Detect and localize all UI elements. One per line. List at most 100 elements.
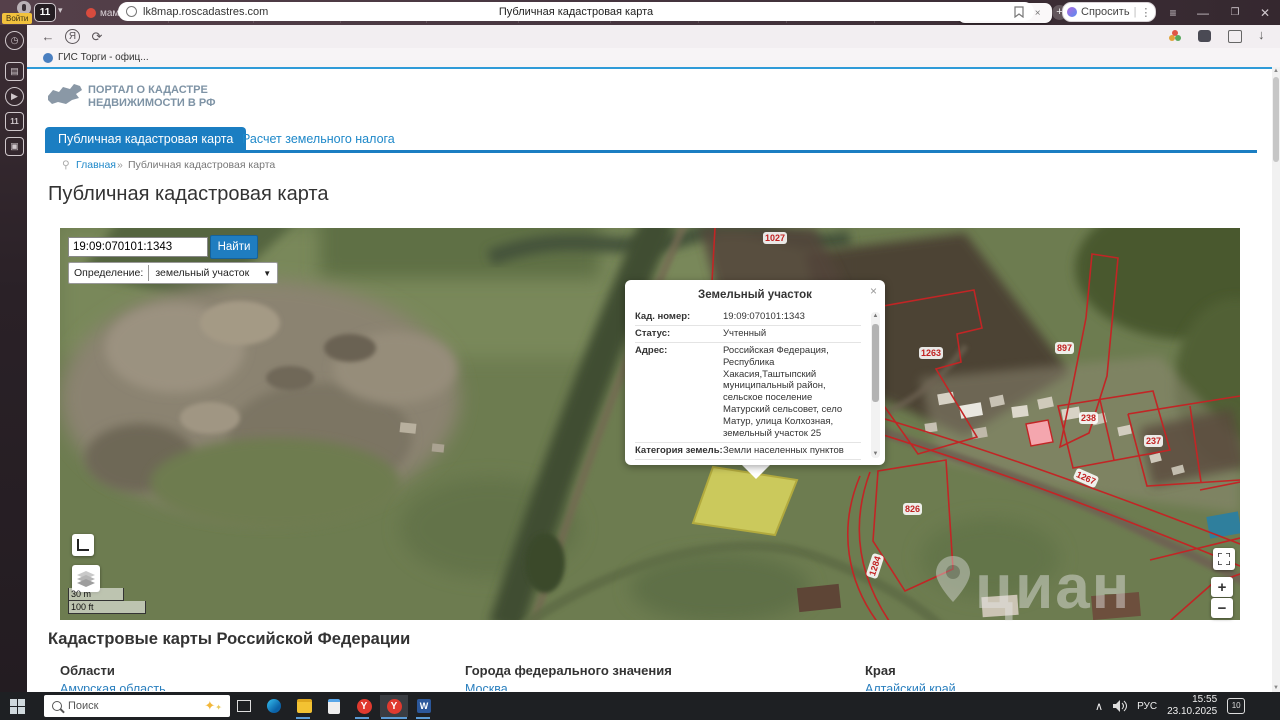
footer-column-oblasti: Области bbox=[60, 663, 115, 678]
footer-link[interactable]: Амурская область bbox=[60, 682, 220, 691]
ms-store-icon[interactable] bbox=[322, 695, 346, 717]
bookmark-item[interactable]: ГИС Торги - офиц... bbox=[58, 52, 149, 63]
close-tab-icon[interactable]: × bbox=[1035, 8, 1041, 19]
popup-row: Категория земель: Земли населенных пункто… bbox=[635, 441, 861, 459]
page-scrollbar[interactable]: ▲ ▼ bbox=[1272, 67, 1280, 692]
scroll-up-icon[interactable]: ▲ bbox=[871, 313, 880, 319]
notifications-icon[interactable]: 10 bbox=[1227, 698, 1246, 714]
parcel-label[interactable]: 897 bbox=[1055, 342, 1075, 354]
footer-heading: Кадастровые карты Российской Федерации bbox=[48, 630, 411, 648]
object-type-filter: Определение: земельный участок ▼ bbox=[68, 262, 279, 284]
popup-rows: Кад. номер: 19:09:070101:1343 Статус: Учте… bbox=[635, 309, 861, 461]
popup-row: Статус: Учтенный bbox=[635, 324, 861, 342]
tabs-chevron-icon[interactable]: ▾ bbox=[58, 5, 63, 16]
find-button[interactable]: Найти bbox=[210, 235, 258, 259]
extension-flower-icon[interactable] bbox=[1168, 29, 1182, 43]
word-icon[interactable]: W bbox=[412, 695, 436, 717]
breadcrumb-pin-icon: ⚲ bbox=[62, 159, 70, 171]
yandex-home-icon[interactable]: Я bbox=[65, 29, 80, 44]
site-logo-text: ПОРТАЛ О КАДАСТРЕ НЕДВИЖИМОСТИ В РФ bbox=[88, 84, 216, 109]
scrollbar-thumb[interactable] bbox=[1273, 77, 1279, 162]
zoom-in-button[interactable]: + bbox=[1211, 577, 1233, 597]
file-explorer-icon[interactable] bbox=[292, 695, 316, 717]
close-window-icon[interactable]: ✕ bbox=[1254, 0, 1276, 25]
scrollbar-down-icon[interactable]: ▼ bbox=[1272, 684, 1280, 692]
history-clock-icon[interactable]: ◷ bbox=[5, 31, 24, 50]
running-indicator bbox=[381, 717, 407, 719]
red-site-icon bbox=[86, 8, 96, 18]
zoom-out-button[interactable]: − bbox=[1211, 598, 1233, 618]
site-logo-russia-map bbox=[48, 84, 82, 104]
yandex-browser-active-icon[interactable]: Y bbox=[380, 695, 408, 717]
volume-icon[interactable] bbox=[1113, 700, 1128, 712]
ask-ai-button[interactable]: Спросить | ⋮ bbox=[1062, 2, 1157, 22]
nav-tab-tax-calc[interactable]: Расчет земельного налога bbox=[232, 127, 405, 150]
refresh-icon[interactable]: ⟳ bbox=[85, 29, 109, 45]
popup-row: Форма собственности:- bbox=[635, 458, 861, 461]
running-indicator bbox=[296, 717, 310, 719]
breadcrumb-home[interactable]: Главная bbox=[76, 159, 116, 171]
extensions-icon[interactable] bbox=[1228, 30, 1242, 43]
login-badge[interactable]: Войти bbox=[2, 13, 33, 24]
bookmarks-bar: ГИС Торги - офиц... bbox=[27, 48, 1280, 67]
nav-underline bbox=[45, 150, 1257, 153]
edge-icon[interactable] bbox=[262, 695, 286, 717]
running-indicator bbox=[416, 717, 430, 719]
clock[interactable]: 15:55 23.10.2025 bbox=[1167, 694, 1217, 718]
notes-icon[interactable]: ▤ bbox=[5, 62, 24, 81]
task-view-icon[interactable] bbox=[232, 695, 256, 717]
back-icon[interactable]: ← bbox=[36, 29, 60, 44]
downloads-icon[interactable]: ↓ bbox=[1258, 27, 1265, 42]
copilot-sparkle-icon: ✦✦ bbox=[204, 698, 222, 713]
ask-more-icon[interactable]: ⋮ bbox=[1140, 6, 1151, 19]
screenshot-icon[interactable]: ▣ bbox=[5, 137, 24, 156]
start-button[interactable] bbox=[10, 699, 25, 714]
cadastral-number-input[interactable] bbox=[68, 237, 208, 257]
footer-link[interactable]: Алтайский край bbox=[865, 682, 1025, 691]
footer-column-kraya: Края bbox=[865, 663, 896, 678]
layers-icon bbox=[77, 570, 95, 587]
fullscreen-icon bbox=[1218, 553, 1230, 565]
scroll-thumb[interactable] bbox=[872, 324, 879, 402]
language-indicator[interactable]: РУС bbox=[1137, 701, 1157, 712]
parcel-label[interactable]: 826 bbox=[903, 503, 923, 515]
scale-bar-imperial: 100 ft bbox=[68, 601, 146, 614]
taskbar-search[interactable]: Поиск ✦✦ bbox=[44, 695, 230, 717]
nav-tab-public-map[interactable]: Публичная кадастровая карта bbox=[45, 127, 247, 150]
extension-dark-icon[interactable] bbox=[1198, 30, 1211, 42]
bookmark-icon[interactable] bbox=[1014, 5, 1024, 18]
measure-tool-button[interactable] bbox=[72, 534, 94, 556]
menu-icon[interactable]: ≡ bbox=[1162, 0, 1184, 25]
scrollbar-up-icon[interactable]: ▲ bbox=[1272, 67, 1280, 75]
yandex-browser-icon[interactable]: Y bbox=[352, 695, 376, 717]
screen: { "browser": { "login_badge": "Войти", "… bbox=[0, 0, 1280, 720]
object-type-select[interactable]: земельный участок ▼ bbox=[148, 265, 277, 281]
address-bar[interactable]: lk8map.roscadastres.com Публичная кадаст… bbox=[118, 2, 1034, 21]
footer-column-cities: Города федерального значения bbox=[465, 663, 672, 678]
alice-icon bbox=[1067, 7, 1077, 17]
map-search: Найти bbox=[68, 235, 258, 259]
calendar-badge-icon[interactable]: 11 bbox=[5, 112, 24, 131]
footer-link[interactable]: Москва bbox=[465, 682, 625, 691]
address-title: Публичная кадастровая карта bbox=[498, 5, 654, 18]
search-icon bbox=[52, 701, 62, 711]
maximize-icon[interactable]: ❐ bbox=[1224, 0, 1246, 25]
tab-counter[interactable]: 11 bbox=[34, 3, 56, 22]
running-indicator bbox=[355, 717, 369, 719]
parcel-label[interactable]: 237 bbox=[1144, 435, 1164, 447]
video-play-icon[interactable]: ▶ bbox=[5, 87, 24, 106]
pink-parcel[interactable] bbox=[1025, 419, 1054, 447]
parcel-label[interactable]: 1263 bbox=[919, 347, 944, 359]
minimize-icon[interactable]: — bbox=[1192, 0, 1214, 25]
page-title: Публичная кадастровая карта bbox=[48, 183, 329, 205]
browser-toolbar: ← Я ⟳ bbox=[0, 25, 1280, 48]
system-tray: ∧ РУС 15:55 23.10.2025 10 bbox=[1095, 692, 1246, 720]
tray-expand-icon[interactable]: ∧ bbox=[1095, 700, 1103, 713]
parcel-label[interactable]: 1027 bbox=[763, 232, 788, 244]
fullscreen-button[interactable] bbox=[1213, 548, 1235, 570]
popup-scrollbar[interactable]: ▲ ▼ bbox=[871, 312, 880, 458]
cian-watermark-text: циан bbox=[975, 553, 1132, 622]
parcel-label[interactable]: 238 bbox=[1079, 412, 1099, 424]
scroll-down-icon[interactable]: ▼ bbox=[871, 451, 880, 457]
popup-row: Адрес: Российская Федерация, Республика Х… bbox=[635, 341, 861, 442]
